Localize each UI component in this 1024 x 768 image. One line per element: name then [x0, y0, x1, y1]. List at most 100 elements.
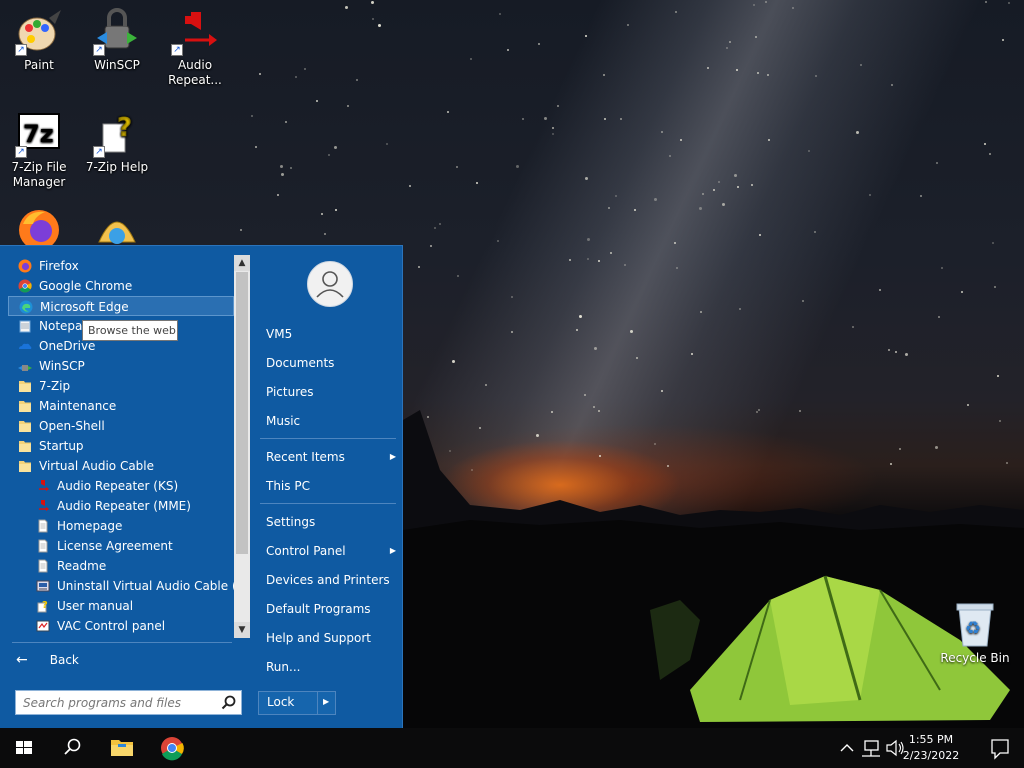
folder-icon	[18, 379, 32, 393]
divider	[260, 503, 396, 504]
desktop-icon-recycle-bin[interactable]: ♻ Recycle Bin	[940, 600, 1010, 665]
search-input[interactable]: Search programs and files	[15, 690, 242, 715]
program-label: Audio Repeater (KS)	[57, 479, 179, 493]
program-item[interactable]: 7-Zip	[8, 376, 234, 396]
help-document-icon: ? ↗	[93, 110, 141, 158]
shortcut-arrow-icon: ↗	[171, 44, 183, 56]
user-avatar-icon[interactable]	[307, 261, 353, 307]
menu-item[interactable]: Run...	[266, 657, 396, 677]
menu-item-label: Settings	[266, 515, 316, 529]
desktop-icon-paint[interactable]: ↗ Paint	[2, 8, 76, 73]
menu-item[interactable]: This PC	[266, 476, 396, 496]
clock-date: 2/23/2022	[902, 749, 960, 762]
program-label: Open-Shell	[39, 419, 105, 433]
menu-item[interactable]: Control Panel ▶	[266, 541, 396, 561]
program-item[interactable]: ? User manual	[8, 596, 234, 616]
menu-item-label: Pictures	[266, 385, 314, 399]
menu-item-label: Devices and Printers	[266, 573, 390, 587]
program-item[interactable]: Google Chrome	[8, 276, 234, 296]
program-item[interactable]: Readme	[8, 556, 234, 576]
uninstall-icon	[36, 579, 50, 593]
program-item[interactable]: Uninstall Virtual Audio Cable (trial)	[8, 576, 234, 596]
edge-icon	[19, 300, 33, 314]
help-document-icon: ?	[36, 599, 50, 613]
program-item[interactable]: License Agreement	[8, 536, 234, 556]
menu-item[interactable]: Help and Support	[266, 628, 396, 648]
control-panel-icon	[36, 619, 50, 633]
program-item[interactable]: Microsoft Edge	[8, 296, 234, 316]
clock[interactable]: 1:55 PM 2/23/2022	[896, 732, 966, 764]
menu-item-label: Run...	[266, 660, 301, 674]
program-item[interactable]: VAC Control panel	[8, 616, 234, 636]
program-item[interactable]: Startup	[8, 436, 234, 456]
notification-icon	[991, 739, 1009, 760]
folder-icon	[18, 439, 32, 453]
program-item[interactable]: WinSCP	[8, 356, 234, 376]
desktop-icon-label: WinSCP	[94, 58, 140, 72]
show-hidden-icons-chevron-icon[interactable]	[838, 728, 856, 768]
program-label: License Agreement	[57, 539, 173, 553]
desktop-icon-7zip-help[interactable]: ? ↗ 7-Zip Help	[80, 110, 154, 175]
program-item[interactable]: Open-Shell	[8, 416, 234, 436]
taskbar-chrome[interactable]	[148, 728, 196, 768]
shortcut-arrow-icon: ↗	[15, 44, 27, 56]
action-center-button[interactable]	[976, 728, 1024, 768]
menu-item[interactable]: Music	[266, 411, 396, 431]
search-icon[interactable]	[221, 695, 236, 710]
taskbar-file-explorer[interactable]	[98, 728, 146, 768]
program-label: VAC Control panel	[57, 619, 166, 633]
taskbar-search-button[interactable]	[48, 728, 96, 768]
start-button[interactable]	[0, 728, 48, 768]
lock-button[interactable]: Lock ▶	[258, 691, 336, 715]
program-label: 7-Zip	[39, 379, 71, 393]
scroll-down-arrow-icon[interactable]: ▼	[234, 622, 250, 638]
menu-item-label: Control Panel	[266, 544, 346, 558]
shortcut-arrow-icon: ↗	[93, 44, 105, 56]
start-menu: Firefox Google Chrome Microsoft Edge Notepa…	[0, 245, 403, 728]
recycle-bin-icon: ♻	[956, 603, 994, 647]
program-item[interactable]: Maintenance	[8, 396, 234, 416]
program-item[interactable]: Virtual Audio Cable	[8, 456, 234, 476]
menu-item[interactable]: VM5	[266, 324, 396, 344]
divider	[260, 438, 396, 439]
desktop-icon-audio-repeater[interactable]: ↗ Audio Repeat...	[158, 8, 232, 88]
recycle-bin-label: Recycle Bin	[940, 651, 1010, 665]
menu-item[interactable]: Pictures	[266, 382, 396, 402]
submenu-arrow-icon: ▶	[389, 546, 396, 555]
menu-item[interactable]: Default Programs	[266, 599, 396, 619]
program-label: Virtual Audio Cable	[39, 459, 155, 473]
submenu-arrow-icon: ▶	[389, 452, 396, 461]
desktop-icon-label: Audio Repeat...	[168, 58, 222, 87]
program-item[interactable]: Audio Repeater (MME)	[8, 496, 234, 516]
program-label: Microsoft Edge	[40, 300, 129, 314]
lock-label: Lock	[267, 695, 295, 709]
chrome-icon	[161, 737, 184, 761]
program-item[interactable]: Firefox	[8, 256, 234, 276]
program-label: Startup	[39, 439, 84, 453]
back-label: Back	[49, 653, 79, 667]
menu-item[interactable]: Documents	[266, 353, 396, 373]
menu-item[interactable]: Settings	[266, 512, 396, 532]
program-label: Homepage	[57, 519, 123, 533]
onedrive-icon	[18, 339, 32, 353]
scroll-up-arrow-icon[interactable]: ▲	[234, 255, 250, 271]
menu-item[interactable]: Recent Items ▶	[266, 447, 396, 467]
search-icon	[64, 738, 81, 755]
firefox-icon	[18, 259, 32, 273]
back-button[interactable]: ← Back	[16, 650, 79, 670]
scrollbar-thumb[interactable]	[236, 272, 248, 554]
audio-repeater-icon	[36, 499, 50, 513]
program-item[interactable]: Homepage	[8, 516, 234, 536]
notepad-icon	[18, 319, 32, 333]
desktop-icon-winscp[interactable]: ↗ WinSCP	[80, 8, 154, 73]
program-item[interactable]: Audio Repeater (KS)	[8, 476, 234, 496]
network-icon[interactable]	[860, 728, 882, 768]
program-label: Audio Repeater (MME)	[57, 499, 191, 513]
chrome-icon	[18, 279, 32, 293]
program-label: Maintenance	[39, 399, 117, 413]
menu-item[interactable]: Devices and Printers	[266, 570, 396, 590]
power-options-arrow-icon[interactable]: ▶	[323, 697, 329, 706]
desktop-icon-7zip[interactable]: 7z ↗ 7-Zip File Manager	[2, 110, 76, 190]
clock-time: 1:55 PM	[908, 733, 954, 746]
programs-scrollbar[interactable]: ▲ ▼	[234, 255, 250, 638]
